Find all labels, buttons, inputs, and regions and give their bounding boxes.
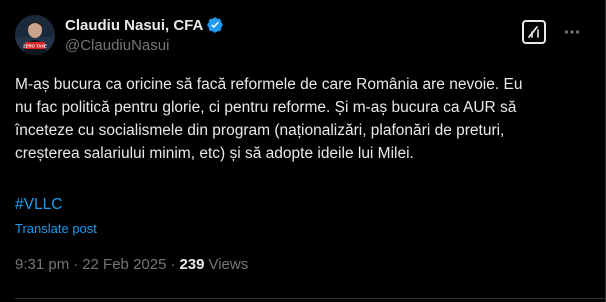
grok-button[interactable] <box>522 20 546 44</box>
tweet-text-line: înceteze cu socialismele din program (na… <box>15 122 505 139</box>
tweet-meta: 9:31 pm · 22 Feb 2025 · 239 Views <box>15 255 248 275</box>
tweet-text: M-aș bucura ca oricine să facă reformele… <box>15 73 585 165</box>
tweet-date[interactable]: 22 Feb 2025 <box>82 255 166 275</box>
more-options-icon <box>563 23 581 41</box>
avatar[interactable]: ZERO TAXE <box>15 15 55 55</box>
tweet-card[interactable]: ZERO TAXE Claudiu Nasui, CFA @ClaudiuNas… <box>0 0 606 302</box>
hashtag-link[interactable]: #VLLC <box>15 193 62 216</box>
author-handle[interactable]: @ClaudiuNasui <box>65 37 169 54</box>
tweet-text-line: nu fac politică pentru glorie, ci pentru… <box>15 99 517 116</box>
divider <box>15 298 605 299</box>
views-count[interactable]: 239 <box>179 255 204 275</box>
author-name-row[interactable]: Claudiu Nasui, CFA <box>65 15 224 35</box>
verified-badge-icon[interactable] <box>206 16 224 34</box>
author-display-name[interactable]: Claudiu Nasui, CFA <box>65 17 203 34</box>
grok-icon <box>526 24 542 40</box>
meta-separator: · <box>73 256 79 273</box>
avatar-badge-text: ZERO TAXE <box>23 44 47 49</box>
avatar-image: ZERO TAXE <box>15 15 55 55</box>
translate-post-link[interactable]: Translate post <box>15 221 97 237</box>
tweet-time[interactable]: 9:31 pm <box>15 255 69 275</box>
tweet-text-line: creșterea salariului minim, etc) și să a… <box>15 145 414 162</box>
meta-separator: · <box>170 256 176 273</box>
more-options-button[interactable] <box>562 22 582 42</box>
views-label: Views <box>208 256 249 273</box>
tweet-text-line: M-aș bucura ca oricine să facă reformele… <box>15 76 523 93</box>
